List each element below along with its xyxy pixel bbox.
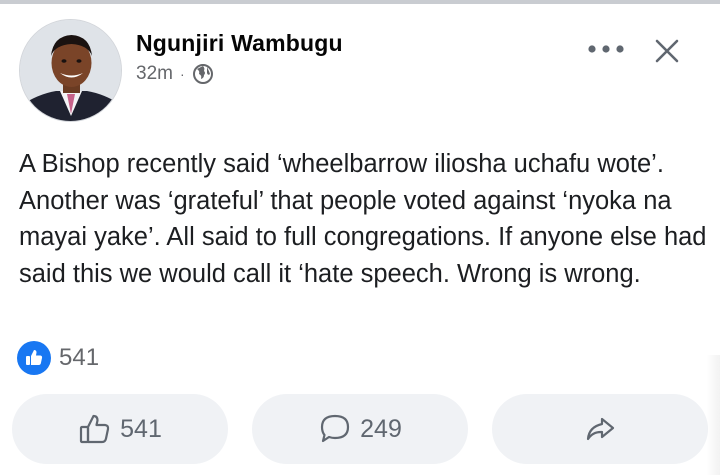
share-icon: [586, 417, 615, 441]
close-icon: [655, 39, 679, 63]
reaction-count: 541: [59, 344, 100, 371]
like-button[interactable]: 541: [12, 394, 228, 464]
close-button[interactable]: [650, 34, 684, 68]
scroll-edge: [706, 355, 720, 475]
post-time[interactable]: 32m: [136, 63, 173, 85]
like-reaction-icon: [17, 341, 51, 375]
comment-button[interactable]: 249: [252, 394, 468, 464]
globe-icon: [192, 63, 214, 85]
avatar[interactable]: [19, 19, 122, 122]
comment-count: 249: [360, 414, 402, 443]
more-options-icon: [588, 45, 624, 53]
more-options-button[interactable]: [586, 36, 626, 62]
post-text: A Bishop recently said ‘wheelbarrow ilio…: [19, 150, 707, 288]
post-meta: 32m ·: [136, 62, 214, 86]
top-divider: [0, 0, 720, 4]
thumbs-up-icon: [80, 414, 110, 444]
share-button[interactable]: [492, 394, 708, 464]
meta-separator: ·: [179, 66, 185, 82]
reaction-summary[interactable]: 541: [17, 341, 99, 375]
author-name[interactable]: Ngunjiri Wambugu: [136, 30, 343, 57]
comment-icon: [321, 414, 350, 443]
profile-photo: [20, 20, 121, 121]
like-count: 541: [120, 414, 162, 443]
